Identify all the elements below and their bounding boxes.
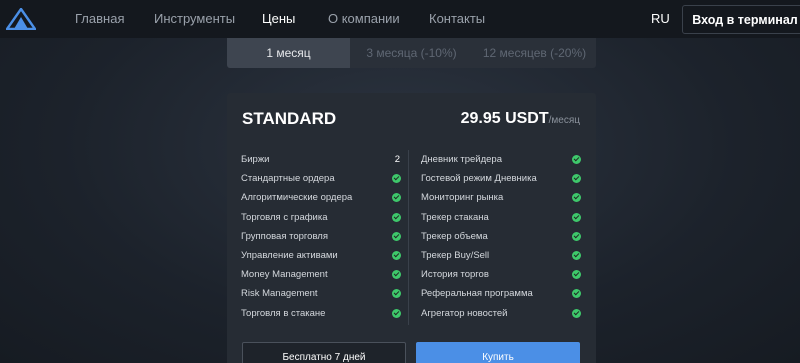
feature-row: Трекер Buy/Sell — [421, 246, 581, 265]
feature-row: Money Management — [241, 265, 401, 284]
pricing-card: STANDARD 29.95 USDT/месяц Биржи 2 Стандарт… — [227, 93, 596, 363]
feature-label: Стандартные ордера — [241, 173, 335, 185]
feature-label: Трекер Buy/Sell — [421, 250, 490, 261]
feature-label: Money Management — [241, 269, 328, 281]
terminal-login-button[interactable]: Вход в терминал — [682, 5, 800, 34]
nav-item-about[interactable]: О компании — [328, 11, 400, 26]
feature-row: Дневник трейдера — [421, 150, 581, 169]
feature-label: Групповая торговля — [241, 230, 328, 242]
feature-row: Risk Management — [241, 284, 401, 303]
feature-row: Реферальная программа — [421, 284, 581, 303]
free-trial-button[interactable]: Бесплатно 7 дней — [242, 342, 406, 363]
feature-label: Risk Management — [241, 288, 318, 300]
period-tab-3-months[interactable]: 3 месяца (-10%) — [350, 38, 473, 68]
check-icon — [392, 212, 401, 222]
check-icon — [392, 231, 401, 241]
check-icon — [572, 289, 581, 299]
period-tab-12-months[interactable]: 12 месяцев (-20%) — [473, 38, 596, 68]
plan-price: 29.95 USDT/месяц — [461, 110, 580, 128]
feature-row: Групповая торговля — [241, 227, 401, 246]
check-icon — [392, 174, 401, 184]
plan-name: STANDARD — [242, 109, 337, 128]
check-icon — [392, 251, 401, 260]
feature-label: Торговля с графика — [241, 211, 328, 223]
feature-value: 2 — [394, 154, 400, 165]
feature-row: Трекер стакана — [421, 208, 581, 227]
feature-row: История торгов — [421, 265, 581, 284]
feature-row: Трекер объема — [421, 227, 581, 246]
price-period: /месяц — [548, 115, 580, 126]
check-icon — [572, 231, 581, 241]
feature-label: Управление активами — [241, 250, 338, 261]
feature-row: Агрегатор новостей — [421, 304, 581, 323]
buy-button[interactable]: Купить — [416, 342, 580, 363]
price-amount: 29.95 USDT — [460, 110, 549, 127]
nav-item-tools[interactable]: Инструменты — [154, 11, 235, 26]
check-icon — [572, 193, 581, 203]
feature-row: Стандартные ордера — [241, 169, 401, 188]
check-icon — [392, 193, 401, 203]
check-icon — [572, 174, 581, 184]
period-tab-1-month[interactable]: 1 месяц — [227, 38, 350, 68]
feature-label: Торговля в стакане — [241, 307, 326, 319]
feature-row: Мониторинг рынка — [421, 188, 581, 207]
column-divider — [408, 150, 409, 325]
nav-item-contacts[interactable]: Контакты — [429, 11, 485, 26]
feature-row: Алгоритмические ордера — [241, 188, 401, 207]
feature-row: Торговля с графика — [241, 208, 401, 227]
feature-label: Гостевой режим Дневника — [421, 173, 537, 185]
feature-row: Биржи 2 — [241, 150, 401, 169]
nav-item-prices[interactable]: Цены — [262, 11, 295, 26]
feature-row: Управление активами — [241, 246, 401, 265]
top-navigation-bar: Главная Инструменты Цены О компании Конт… — [0, 0, 800, 38]
feature-row: Гостевой режим Дневника — [421, 169, 581, 188]
feature-label: Дневник трейдера — [421, 154, 502, 165]
feature-label: История торгов — [421, 269, 489, 281]
feature-label: Алгоритмические ордера — [241, 192, 353, 204]
check-icon — [392, 289, 401, 299]
check-icon — [392, 270, 401, 280]
feature-row: Торговля в стакане — [241, 304, 401, 323]
feature-label: Реферальная программа — [421, 288, 533, 300]
check-icon — [572, 270, 581, 280]
feature-label: Агрегатор новостей — [421, 307, 508, 319]
check-icon — [572, 251, 581, 260]
feature-label: Трекер объема — [421, 230, 488, 242]
period-selector: 1 месяц 3 месяца (-10%) 12 месяцев (-20%… — [227, 38, 596, 68]
language-selector[interactable]: RU — [651, 11, 670, 26]
check-icon — [572, 308, 581, 318]
check-icon — [392, 308, 401, 318]
check-icon — [572, 212, 581, 222]
feature-label: Мониторинг рынка — [421, 192, 504, 204]
feature-label: Биржи — [241, 154, 270, 165]
nav-item-home[interactable]: Главная — [75, 11, 124, 26]
logo-icon[interactable] — [6, 8, 36, 30]
check-icon — [572, 155, 581, 164]
feature-label: Трекер стакана — [421, 211, 489, 223]
